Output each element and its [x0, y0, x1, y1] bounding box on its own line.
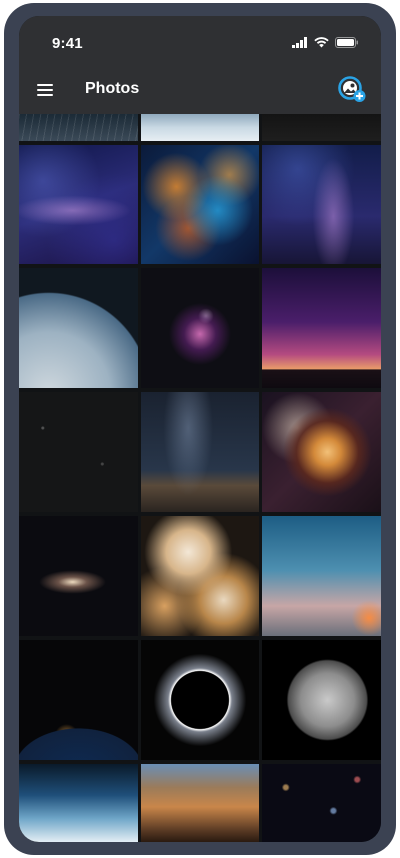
- photo-milky-way-over-rocks[interactable]: [141, 392, 259, 512]
- photo-full-moon[interactable]: [262, 640, 381, 760]
- photo-rocky-cliffs[interactable]: [141, 764, 259, 842]
- page-title: Photos: [85, 80, 140, 97]
- photo-milky-way-blue[interactable]: [262, 145, 381, 264]
- photo-purple-dusk-sky[interactable]: [262, 268, 381, 388]
- photo-deep-field-galaxies[interactable]: [262, 764, 381, 842]
- photo-rocket-launch-trail[interactable]: [262, 516, 381, 636]
- status-time: 9:41: [52, 35, 83, 52]
- photo-swirling-nebula[interactable]: [262, 392, 381, 512]
- photo-colorful-nebula[interactable]: [141, 145, 259, 264]
- add-photo-button[interactable]: [337, 74, 367, 104]
- photo-blue-horizon[interactable]: [19, 764, 138, 842]
- wifi-icon: [314, 37, 329, 48]
- photo-andromeda-galaxy[interactable]: [19, 516, 138, 636]
- photo-orion-nebula[interactable]: [141, 268, 259, 388]
- photo-milky-way-purple[interactable]: [19, 145, 138, 264]
- photo-earth-at-night[interactable]: [19, 640, 138, 760]
- app-bar: Photos: [19, 66, 381, 114]
- battery-icon: [335, 37, 358, 48]
- photo-star-trails[interactable]: [19, 114, 138, 141]
- status-icons: [292, 37, 359, 48]
- menu-button[interactable]: [35, 79, 57, 101]
- photo-earth-from-orbit[interactable]: [19, 268, 138, 388]
- photo-dark-sky[interactable]: [262, 114, 381, 141]
- status-bar: 9:41: [19, 16, 381, 66]
- hamburger-menu-icon: [37, 84, 53, 96]
- photo-grid: [19, 114, 381, 842]
- photo-abstract-cream-shapes[interactable]: [141, 516, 259, 636]
- add-photo-icon: [338, 76, 366, 102]
- phone-frame: 9:41 Photos: [4, 3, 396, 855]
- photo-dark-starfield[interactable]: [19, 392, 138, 512]
- signal-icon: [292, 37, 307, 48]
- photo-solar-eclipse[interactable]: [141, 640, 259, 760]
- phone-screen: 9:41 Photos: [19, 16, 381, 842]
- photo-snowy-landscape[interactable]: [141, 114, 259, 141]
